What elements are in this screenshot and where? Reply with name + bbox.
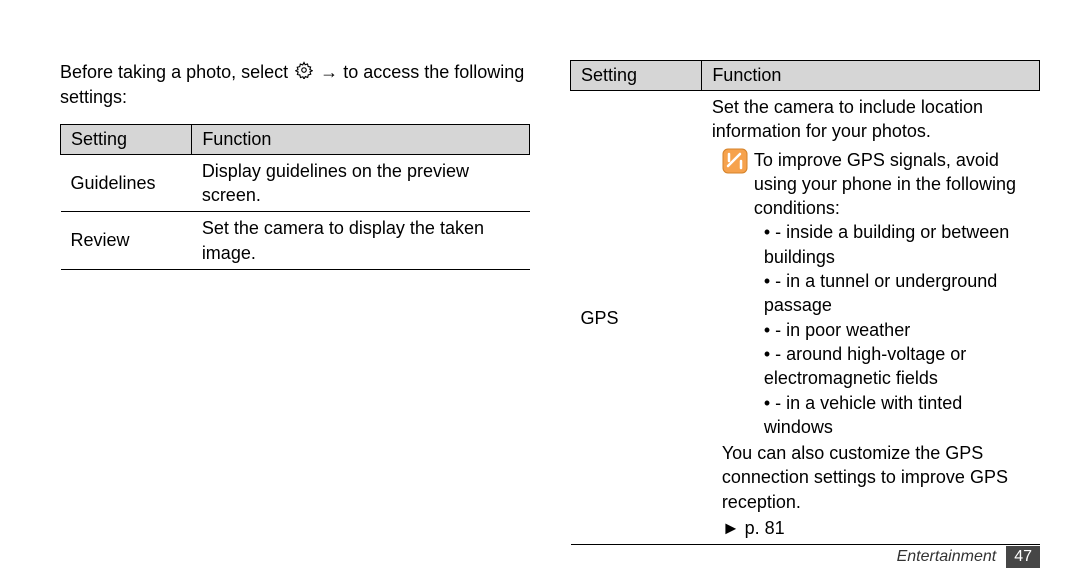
note-intro: To improve GPS signals, avoid using your… (754, 148, 1030, 221)
intro-arrow: → (320, 62, 343, 82)
table-row: Guidelines Display guidelines on the pre… (61, 154, 530, 212)
table-row: Review Set the camera to display the tak… (61, 212, 530, 270)
function-cell: Set the camera to include location infor… (702, 91, 1040, 545)
intro-text: Before taking a photo, select → to acces… (60, 60, 530, 110)
setting-cell: Review (61, 212, 192, 270)
bullet: around high-voltage or electromagnetic f… (764, 342, 1030, 391)
col-function: Function (702, 61, 1040, 91)
note-block: To improve GPS signals, avoid using your… (712, 148, 1030, 440)
left-column: Before taking a photo, select → to acces… (60, 60, 530, 545)
note-icon (722, 148, 748, 180)
gear-icon (295, 61, 313, 85)
table-header-row: Setting Function (571, 61, 1040, 91)
bullet: in a tunnel or underground passage (764, 269, 1030, 318)
setting-cell: Guidelines (61, 154, 192, 212)
table-header-row: Setting Function (61, 124, 530, 154)
footer-page-number: 47 (1006, 546, 1040, 568)
footer-section: Entertainment (897, 548, 997, 566)
col-setting: Setting (61, 124, 192, 154)
gps-pageref: ► p. 81 (712, 516, 1030, 540)
settings-table-1: Setting Function Guidelines Display guid… (60, 124, 530, 270)
col-function: Function (192, 124, 530, 154)
table-row: GPS Set the camera to include location i… (571, 91, 1040, 545)
col-setting: Setting (571, 61, 702, 91)
note-bullets: inside a building or between buildings i… (754, 220, 1030, 439)
bullet: in poor weather (764, 318, 1030, 342)
function-cell: Set the camera to display the taken imag… (192, 212, 530, 270)
gps-intro: Set the camera to include location infor… (712, 95, 1030, 144)
bullet: in a vehicle with tinted windows (764, 391, 1030, 440)
bullet: inside a building or between buildings (764, 220, 1030, 269)
right-column: Setting Function GPS Set the camera to i… (570, 60, 1040, 545)
note-content: To improve GPS signals, avoid using your… (754, 148, 1030, 440)
intro-before: Before taking a photo, select (60, 62, 293, 82)
setting-cell: GPS (571, 91, 702, 545)
settings-table-2: Setting Function GPS Set the camera to i… (570, 60, 1040, 545)
gps-customize: You can also customize the GPS connectio… (712, 441, 1030, 514)
page-footer: Entertainment 47 (897, 546, 1040, 568)
function-cell: Display guidelines on the preview screen… (192, 154, 530, 212)
